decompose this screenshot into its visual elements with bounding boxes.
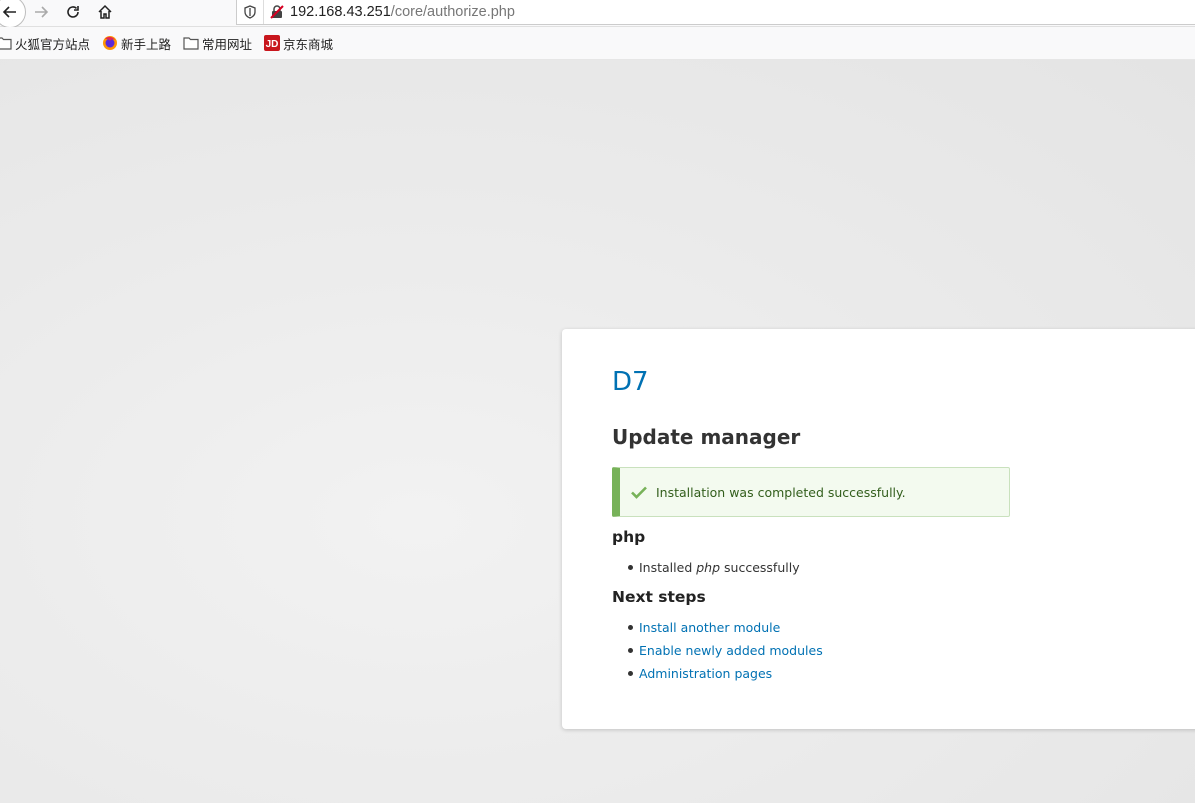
list-item: Enable newly added modules: [628, 641, 823, 664]
svg-text:JD: JD: [266, 39, 279, 50]
folder-icon: [183, 35, 199, 51]
installed-list: Installed php successfully: [628, 558, 800, 581]
bookmarks-bar: 火狐官方站点 新手上路 常用网址 JD 京东商城: [0, 27, 1195, 60]
page-title: Update manager: [612, 425, 801, 449]
reload-button[interactable]: [60, 0, 86, 24]
installed-prefix: Installed: [639, 560, 693, 575]
folder-icon: [0, 35, 12, 51]
url-path: /core/authorize.php: [390, 4, 515, 20]
page-background: D7 Update manager Installation was compl…: [0, 60, 1195, 803]
site-name-link[interactable]: D7: [612, 367, 649, 397]
forward-button[interactable]: [28, 0, 54, 24]
installed-suffix: successfully: [724, 560, 800, 575]
home-icon: [98, 4, 112, 19]
bookmark-item[interactable]: 火狐官方站点: [0, 34, 90, 53]
back-button[interactable]: [0, 0, 26, 28]
list-item: Administration pages: [628, 664, 823, 687]
bookmark-item[interactable]: 常用网址: [183, 34, 252, 53]
enable-modules-link[interactable]: Enable newly added modules: [639, 643, 823, 658]
bookmark-label: 京东商城: [283, 36, 334, 52]
installed-project: php: [696, 560, 721, 575]
list-item: Install another module: [628, 618, 823, 641]
browser-toolbar: 192.168.43.251/core/authorize.php: [0, 0, 1195, 28]
project-heading: php: [612, 528, 646, 546]
list-item: Installed php successfully: [628, 558, 800, 581]
url-bar[interactable]: 192.168.43.251/core/authorize.php: [236, 0, 1195, 25]
bookmark-label: 常用网址: [202, 36, 253, 52]
bookmark-item[interactable]: JD 京东商城: [264, 34, 333, 53]
reload-icon: [67, 6, 79, 18]
bookmark-label: 新手上路: [121, 36, 172, 52]
next-steps-list: Install another module Enable newly adde…: [628, 618, 823, 687]
jd-icon: JD: [264, 35, 281, 51]
url-text[interactable]: 192.168.43.251/core/authorize.php: [290, 4, 515, 20]
shield-icon[interactable]: [237, 5, 263, 19]
insecure-lock-icon[interactable]: [264, 4, 290, 20]
content-card: D7 Update manager Installation was compl…: [562, 329, 1195, 729]
url-host: 192.168.43.251: [290, 4, 391, 20]
status-message: Installation was completed successfully.: [612, 467, 1010, 517]
bookmark-item[interactable]: 新手上路: [102, 34, 171, 53]
status-message-text: Installation was completed successfully.: [656, 484, 906, 500]
administration-pages-link[interactable]: Administration pages: [639, 666, 772, 681]
home-button[interactable]: [92, 0, 118, 24]
check-icon: [631, 486, 647, 499]
firefox-icon: [102, 35, 118, 51]
bookmark-label: 火狐官方站点: [15, 36, 91, 52]
next-steps-heading: Next steps: [612, 588, 706, 606]
install-another-module-link[interactable]: Install another module: [639, 620, 780, 635]
arrow-left-icon: [2, 6, 16, 18]
arrow-right-icon: [35, 6, 49, 18]
